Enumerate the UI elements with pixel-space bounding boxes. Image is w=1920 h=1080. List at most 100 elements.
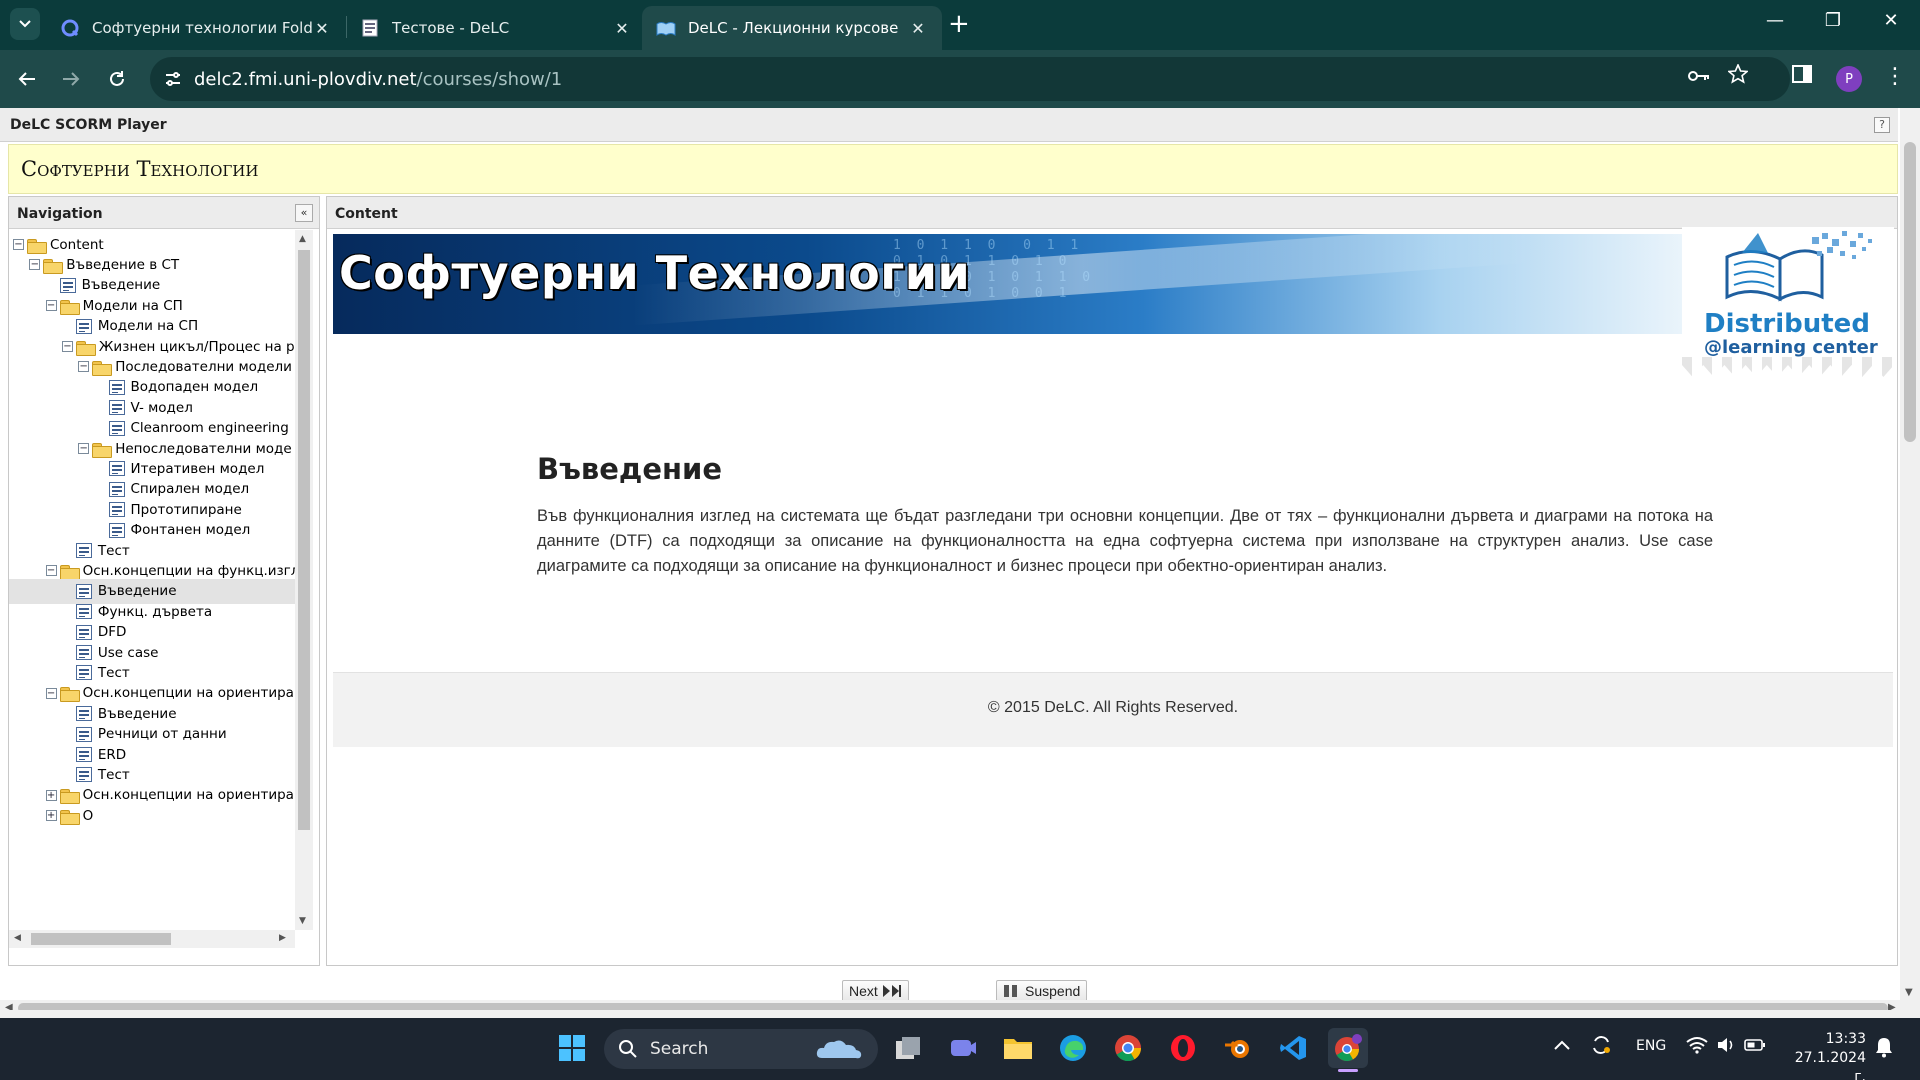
tree-node-label: Осн.концепции на ориентиран	[82, 787, 295, 804]
scroll-up-arrow-icon[interactable]: ▲	[299, 234, 306, 244]
scrollbar-thumb[interactable]	[298, 250, 310, 830]
tab-close-icon[interactable]: ✕	[908, 19, 928, 38]
help-icon[interactable]: ?	[1874, 117, 1890, 133]
scroll-down-arrow-icon[interactable]: ▼	[299, 916, 306, 926]
battery-icon[interactable]	[1744, 1038, 1766, 1056]
bookmark-star-icon[interactable]	[1727, 62, 1749, 89]
vscode-icon[interactable]	[1273, 1028, 1313, 1068]
page-icon	[75, 726, 92, 742]
scroll-right-arrow-icon[interactable]: ▶	[1888, 1002, 1896, 1010]
scroll-left-arrow-icon[interactable]: ◀	[14, 933, 21, 943]
reload-button[interactable]	[102, 64, 132, 94]
back-button[interactable]	[12, 64, 42, 94]
close-window-button[interactable]: ✕	[1868, 10, 1914, 31]
sync-icon[interactable]	[1590, 1034, 1612, 1060]
clock-time: 13:33	[1825, 1031, 1866, 1047]
folder-icon	[59, 686, 80, 703]
side-panel-icon[interactable]	[1792, 64, 1812, 88]
volume-icon[interactable]	[1716, 1036, 1736, 1058]
next-button[interactable]: Next	[842, 980, 909, 1002]
password-key-icon[interactable]	[1688, 64, 1710, 88]
minimize-window-button[interactable]: —	[1752, 10, 1798, 31]
scroll-down-arrow-icon[interactable]: ▼	[1905, 987, 1913, 998]
tree-vertical-scrollbar[interactable]: ▲ ▼	[295, 230, 313, 930]
tree-horizontal-scrollbar[interactable]: ◀ ▶	[9, 930, 295, 948]
collapse-toggle-icon[interactable]: −	[45, 300, 57, 312]
tab-softuerni-folder[interactable]: Софтуерни технологии Folder ✕	[46, 6, 346, 50]
collapse-toggle-icon[interactable]: −	[13, 239, 24, 250]
scroll-right-arrow-icon[interactable]: ▶	[279, 933, 286, 943]
expand-toggle-icon[interactable]: +	[45, 810, 57, 822]
meet-icon[interactable]	[943, 1028, 983, 1068]
logo-text-distributed: Distributed	[1704, 309, 1870, 339]
scroll-left-arrow-icon[interactable]: ◀	[5, 1002, 13, 1010]
tab-testove-delc[interactable]: Тестове - DeLC ✕	[346, 6, 646, 50]
expand-toggle-icon[interactable]: +	[45, 789, 57, 801]
file-explorer-icon[interactable]	[998, 1028, 1038, 1068]
chrome-profile-icon[interactable]	[1328, 1028, 1368, 1072]
suspend-button[interactable]: Suspend	[996, 980, 1088, 1002]
tree-node-label: Фонтанен модел	[130, 522, 251, 539]
forward-button[interactable]	[56, 64, 86, 94]
taskbar-search-box[interactable]: Search	[604, 1029, 878, 1069]
site-settings-icon[interactable]	[164, 71, 182, 87]
profile-avatar[interactable]: P	[1836, 66, 1862, 92]
scrollbar-thumb[interactable]	[18, 1003, 1888, 1010]
page-horizontal-scrollbar[interactable]: ◀ ▶	[0, 1000, 1920, 1010]
tree-node-label: Спирален модел	[130, 481, 250, 498]
url-domain: delc2.fmi.uni-plovdiv.net	[194, 68, 417, 90]
windows-start-icon[interactable]	[552, 1028, 592, 1068]
tree-node-label: Въведение	[97, 583, 177, 600]
page-vertical-scrollbar[interactable]: ▼	[1900, 108, 1920, 1000]
browser-tab-bar: Софтуерни технологии Folder ✕ Тестове - …	[0, 0, 1920, 50]
scrollbar-thumb[interactable]	[31, 933, 171, 945]
collapse-toggle-icon[interactable]: −	[45, 687, 57, 699]
folder-icon	[27, 238, 47, 254]
page-icon	[75, 318, 92, 334]
tree-node-label: Use case	[97, 644, 159, 661]
page-icon	[75, 543, 92, 558]
browser-menu-icon[interactable]: ⋮	[1884, 64, 1906, 89]
restore-window-button[interactable]: ❐	[1810, 10, 1856, 31]
test-doc-icon	[360, 18, 380, 38]
tab-close-icon[interactable]: ✕	[312, 19, 332, 38]
collapse-toggle-icon[interactable]: −	[78, 361, 90, 373]
system-clock[interactable]: 13:33 27.1.2024 г.	[1786, 1030, 1866, 1080]
address-bar[interactable]: delc2.fmi.uni-plovdiv.net/courses/show/1	[150, 57, 1790, 101]
lesson-paragraph: Във функционалния изглед на системата ще…	[537, 507, 1713, 575]
page-icon	[108, 522, 125, 538]
tree-node-label: Въведение	[97, 705, 177, 722]
arrow-right-icon	[63, 72, 80, 86]
tree-node-label: ERD	[97, 746, 127, 763]
tab-delc-lecture-courses[interactable]: DeLC - Лекционни курсове ✕	[642, 6, 942, 50]
collapse-toggle-icon[interactable]: −	[78, 443, 90, 454]
collapse-toggle-icon[interactable]: −	[61, 341, 73, 352]
tree-page-link[interactable]: Фонтанен модел	[108, 518, 251, 543]
language-indicator[interactable]: ENG	[1636, 1038, 1666, 1054]
tree-node-label: Функц. дървета	[97, 603, 213, 620]
task-view-icon[interactable]	[888, 1028, 928, 1068]
copyright-text: © 2015 DeLC. All Rights Reserved.	[987, 699, 1239, 716]
folder-icon	[59, 299, 80, 315]
scrollbar-thumb[interactable]	[1904, 142, 1916, 442]
opera-icon[interactable]	[1163, 1028, 1203, 1068]
collapse-toggle-icon[interactable]: −	[45, 565, 57, 577]
notification-bell-icon[interactable]	[1874, 1036, 1894, 1062]
edge-icon[interactable]	[1053, 1028, 1093, 1068]
course-title-bar: Софтуерни Технологии	[8, 144, 1898, 194]
logo-badge-edge	[1682, 357, 1894, 377]
tab-search-dropdown-button[interactable]	[10, 8, 40, 40]
collapse-navigation-button[interactable]: «	[295, 204, 313, 222]
tab-close-icon[interactable]: ✕	[612, 19, 632, 38]
navigation-title: Navigation	[17, 206, 103, 222]
collapse-toggle-icon[interactable]: −	[29, 259, 41, 271]
blender-icon[interactable]	[1218, 1028, 1258, 1068]
new-tab-button[interactable]: +	[948, 10, 970, 38]
page-icon	[75, 583, 92, 599]
chrome-icon[interactable]	[1108, 1028, 1148, 1068]
course-tree: − Content − Въведение в СТ Въведение − Модели …	[9, 230, 295, 930]
tree-folder[interactable]: + О	[45, 803, 93, 828]
wifi-icon[interactable]	[1686, 1036, 1708, 1058]
tree-node-label: Итеративен модел	[130, 460, 265, 477]
show-hidden-icons-chevron-icon[interactable]	[1554, 1038, 1570, 1054]
